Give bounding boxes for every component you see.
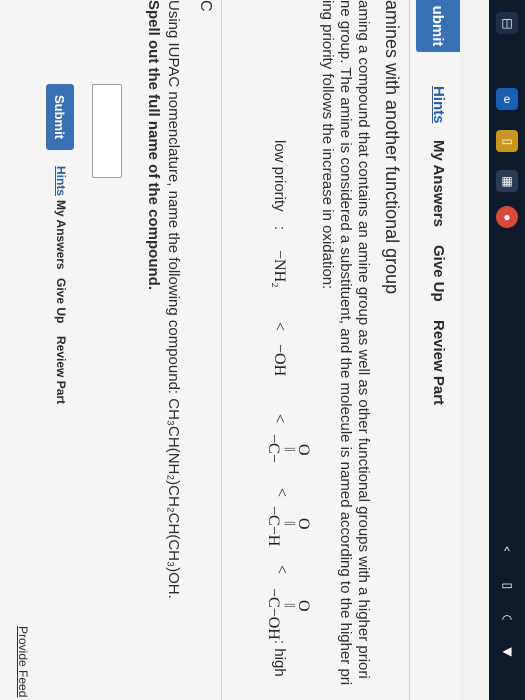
less-than-2: <: [271, 414, 288, 424]
give-up-link-top[interactable]: Give Up: [430, 245, 447, 302]
chrome-icon[interactable]: ●: [496, 206, 518, 228]
low-priority-colon: :: [271, 226, 288, 231]
submit-button[interactable]: Submit: [46, 84, 74, 150]
volume-icon[interactable]: ◀: [496, 640, 518, 662]
provide-feedback-link[interactable]: Provide Feed: [16, 626, 30, 697]
acid-double-bond: ||: [284, 603, 298, 608]
browser-page: ubmit Hints My Answers Give Up Review Pa…: [0, 0, 460, 700]
file-explorer-icon[interactable]: ▭: [496, 130, 518, 152]
submit-button-top[interactable]: ubmit: [416, 0, 460, 52]
ketone-group: −C−: [265, 434, 282, 463]
chevron-up-icon[interactable]: ^: [496, 540, 518, 562]
less-than-1: <: [271, 322, 288, 332]
low-priority-label: low priority: [271, 140, 288, 212]
question-text: Using IUPAC nomenclature, name the follo…: [165, 0, 182, 599]
less-than-3: <: [273, 488, 290, 498]
paragraph-line-2: ne group. The amine is considered a subs…: [337, 0, 354, 686]
ketone-double-bond: ||: [284, 447, 298, 452]
review-part-link-top[interactable]: Review Part: [430, 320, 447, 405]
screen: ubmit Hints My Answers Give Up Review Pa…: [0, 0, 525, 700]
battery-icon: ▭: [501, 578, 513, 592]
acid-group: −C−OH: [265, 588, 282, 640]
paragraph-line-3: ing priority follows the increase in oxi…: [319, 0, 336, 290]
windows-start-icon[interactable]: ◫: [496, 12, 518, 34]
review-part-link[interactable]: Review Part: [54, 336, 68, 404]
taskbar: ◫ e ▭ ▦ ● ^ ▭ ◠ ◀: [489, 0, 525, 700]
hints-link[interactable]: Hints: [54, 166, 68, 196]
aldehyde-double-bond: ||: [284, 521, 298, 526]
my-answers-link[interactable]: My Answers: [54, 200, 68, 270]
answer-input[interactable]: [92, 84, 122, 178]
hydroxyl-group: −OH: [271, 344, 288, 377]
edge-browser-icon[interactable]: e: [496, 88, 518, 110]
aldehyde-group: −C−H: [265, 506, 282, 547]
less-than-4: <: [273, 565, 290, 575]
instruction-text: Spell out the full name of the compound.: [145, 0, 162, 290]
wifi-icon[interactable]: ◠: [496, 608, 518, 630]
part-label: C: [197, 0, 214, 12]
give-up-link[interactable]: Give Up: [54, 278, 68, 323]
my-answers-link-top[interactable]: My Answers: [430, 140, 447, 227]
hints-link-top[interactable]: Hints: [430, 86, 447, 124]
divider-top: [409, 0, 410, 700]
amine-group: −NH₂: [271, 250, 288, 288]
store-icon[interactable]: ▦: [496, 170, 518, 192]
paragraph-line-1: aming a compound that contains an amine …: [355, 0, 372, 679]
section-title: amines with another functional group: [382, 0, 402, 295]
high-priority-label: : high: [271, 640, 288, 677]
divider-mid: [221, 0, 222, 700]
